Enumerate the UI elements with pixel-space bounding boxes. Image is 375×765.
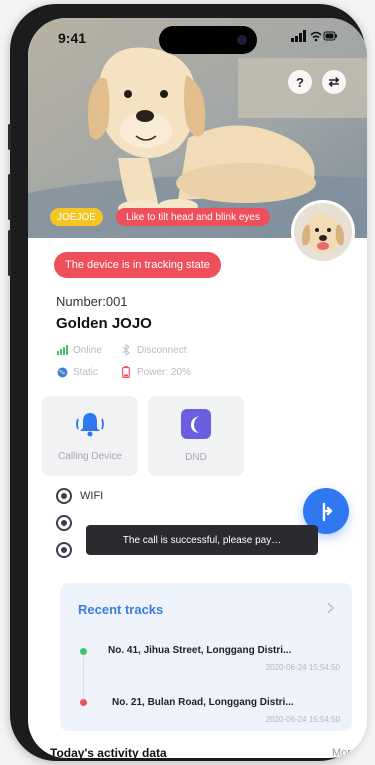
- stat-static: Static: [56, 366, 98, 378]
- stat-online: Online: [56, 344, 102, 356]
- track-timeline: [83, 657, 84, 699]
- track-dot-green: [80, 648, 87, 655]
- recent-tracks-card[interactable]: Recent tracks No. 41, Jihua Street, Long…: [60, 583, 352, 731]
- globe-icon: [56, 366, 68, 378]
- activity-more-link[interactable]: More: [332, 747, 357, 758]
- moon-icon: [181, 409, 211, 444]
- dnd-label: DND: [185, 452, 207, 463]
- track-address-1[interactable]: No. 41, Jihua Street, Longgang Distri...: [108, 645, 291, 656]
- track-time-2: 2020-06-24 15:54:50: [265, 715, 340, 724]
- volume-up-button: [8, 174, 11, 220]
- calling-device-label: Calling Device: [58, 451, 122, 462]
- volume-down-button: [8, 230, 11, 276]
- stat-bluetooth: Disconnect: [120, 344, 186, 356]
- track-dot-red: [80, 699, 87, 706]
- silent-switch: [8, 124, 11, 150]
- help-icon[interactable]: ?: [288, 70, 312, 94]
- action-hint-badge: Like to tilt head and blink eyes: [116, 208, 270, 226]
- dnd-button[interactable]: DND: [148, 396, 244, 476]
- dog-name-tag: JOEJOE: [50, 208, 103, 226]
- location-icon: [56, 542, 72, 558]
- switch-device-icon[interactable]: ⇄: [322, 70, 346, 94]
- bell-icon: [75, 410, 105, 443]
- device-name: Golden JOJO: [56, 315, 152, 332]
- dynamic-island: [159, 26, 257, 54]
- stat-bluetooth-label: Disconnect: [137, 344, 187, 356]
- route-icon: [322, 502, 333, 522]
- calling-device-button[interactable]: Calling Device: [42, 396, 138, 476]
- wifi-row: WIFI: [56, 488, 103, 504]
- steps-row: [56, 515, 72, 531]
- stat-power-label: Power: 20%: [137, 366, 191, 378]
- signal-icon: [56, 344, 68, 356]
- activity-title: Today's activity data: [50, 746, 167, 758]
- status-time: 9:41: [58, 30, 87, 46]
- recent-tracks-title: Recent tracks: [78, 602, 164, 617]
- dog-avatar-illustration: [294, 203, 352, 261]
- toast-message: The call is successful, please pay…: [86, 525, 318, 555]
- camera-icon: [237, 35, 247, 45]
- wifi-label: WIFI: [80, 490, 104, 502]
- bluetooth-icon: [120, 344, 132, 356]
- device-number: Number:001: [56, 294, 128, 309]
- chevron-right-icon[interactable]: [326, 601, 335, 617]
- location-row: [56, 542, 72, 558]
- track-time-1: 2020-06-24 15:54:50: [265, 663, 340, 672]
- stat-online-label: Online: [73, 344, 102, 356]
- track-address-2[interactable]: No. 21, Bulan Road, Longgang Distri...: [112, 697, 294, 708]
- status-signal-wifi-battery-icon: [291, 30, 337, 42]
- wifi-status-icon: [56, 488, 72, 504]
- stat-static-label: Static: [73, 366, 99, 378]
- stat-power: Power: 20%: [120, 366, 191, 378]
- app-screen: 9:41 ? ⇄ JOEJOE Like to tilt head and bl…: [28, 18, 367, 758]
- pet-avatar[interactable]: [291, 200, 355, 264]
- steps-icon: [56, 515, 72, 531]
- status-icons: [291, 30, 337, 45]
- battery-icon: [120, 366, 132, 378]
- tracking-state-badge: The device is in tracking state: [54, 252, 221, 278]
